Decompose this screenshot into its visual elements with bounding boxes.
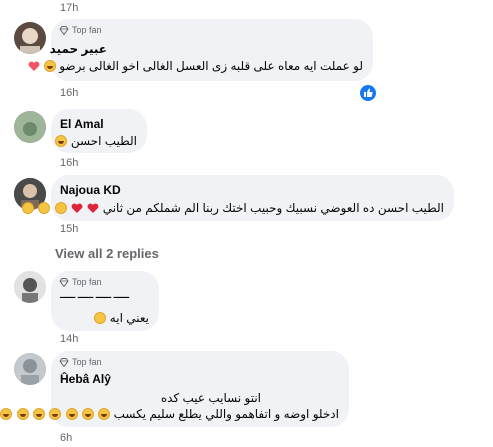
diamond-icon — [59, 25, 69, 35]
comment-bubble: Top fan ـــــ ـــــ ـــــ ـــــ يعني ايه — [51, 271, 159, 331]
praying-hands-emoji — [38, 202, 51, 214]
avatar[interactable] — [14, 22, 46, 54]
commenter-name[interactable]: El Amal — [60, 117, 104, 131]
comment-text-body: لو عملت ايه معاه على قلبه زى العسل الغال… — [59, 59, 363, 73]
comment-text: الطيب احسن — [54, 134, 137, 148]
winking-face-emoji — [43, 60, 56, 72]
heart-emoji — [71, 203, 83, 213]
timestamp[interactable]: 17h — [60, 2, 78, 14]
timestamp[interactable]: 6h — [60, 432, 72, 444]
badge-label: Top fan — [72, 25, 102, 35]
avatar[interactable] — [14, 271, 46, 303]
comment-text: الطيب احسن ده العوضي نسبيك وحبيب اختك رب… — [21, 201, 444, 215]
commenter-name[interactable]: عبير حميد — [50, 42, 107, 56]
comment-text-body: الطيب احسن — [70, 134, 137, 148]
diamond-icon — [59, 357, 69, 367]
top-fan-badge: Top fan — [59, 357, 102, 367]
comment-text-line: انتو نسايب عيب كده — [160, 391, 261, 405]
flushed-face-emoji — [94, 312, 107, 324]
badge-label: Top fan — [72, 357, 102, 367]
rofl-emoji — [0, 408, 13, 420]
top-fan-badge: Top fan — [59, 25, 102, 35]
commenter-name[interactable]: ـــــ ـــــ ـــــ ـــــ — [60, 290, 129, 301]
rofl-emoji — [32, 408, 45, 420]
comment-bubble: Najoua KD الطيب احسن ده العوضي نسبيك وحب… — [21, 175, 454, 221]
timestamp[interactable]: 16h — [60, 87, 78, 99]
timestamp[interactable]: 14h — [60, 333, 78, 345]
comment-text: يعني ايه — [93, 311, 149, 325]
commenter-name[interactable]: Ĥebâ Alŷ — [60, 372, 111, 386]
comment-text: لو عملت ايه معاه على قلبه زى العسل الغال… — [27, 59, 363, 73]
rofl-emoji — [49, 408, 62, 420]
praying-hands-emoji — [21, 202, 34, 214]
comment-bubble: El Amal الطيب احسن — [51, 109, 147, 153]
comment-text-body: يعني ايه — [109, 311, 149, 325]
like-reaction-icon[interactable] — [358, 83, 378, 103]
view-replies-link[interactable]: View all 2 replies — [55, 246, 159, 261]
laughing-face-emoji — [55, 135, 68, 147]
heart-emoji — [87, 203, 99, 213]
comment-text-body: ادخلو اوضه و اتفاهمو واللي يطلع سليم يكس… — [113, 407, 339, 421]
commenter-name[interactable]: Najoua KD — [60, 183, 121, 197]
top-fan-badge: Top fan — [59, 277, 102, 287]
rofl-emoji — [98, 408, 111, 420]
comment-text-line: ادخلو اوضه و اتفاهمو واللي يطلع سليم يكس… — [0, 407, 339, 421]
rofl-emoji — [65, 408, 78, 420]
timestamp[interactable]: 15h — [60, 223, 78, 235]
rofl-emoji — [16, 408, 29, 420]
diamond-icon — [59, 277, 69, 287]
praying-hands-emoji — [54, 202, 67, 214]
comment-bubble: Top fan Ĥebâ Alŷ انتو نسايب عيب كده ادخل… — [0, 351, 349, 427]
badge-label: Top fan — [72, 277, 102, 287]
heart-gift-emoji — [28, 61, 39, 71]
comment-text-body: الطيب احسن ده العوضي نسبيك وحبيب اختك رب… — [102, 201, 444, 215]
comment-bubble: Top fan عبير حميد لو عملت ايه معاه على ق… — [28, 19, 373, 81]
rofl-emoji — [81, 408, 94, 420]
timestamp[interactable]: 16h — [60, 157, 78, 169]
avatar[interactable] — [14, 111, 46, 143]
avatar[interactable] — [14, 353, 46, 385]
